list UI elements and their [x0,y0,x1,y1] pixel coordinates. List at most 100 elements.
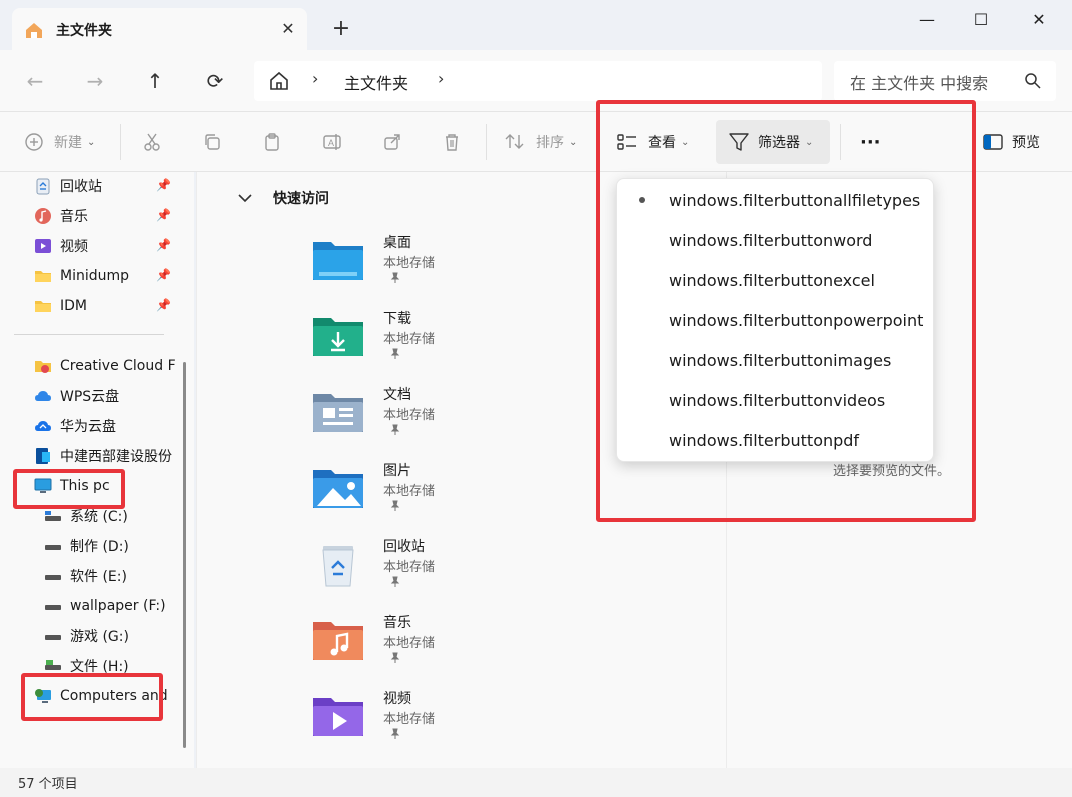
item-name: 桌面 [383,235,411,251]
sidebar-item-label: 回收站 [60,179,102,195]
drive-icon [45,545,61,550]
quick-access-item-pictures[interactable]: 图片 本地存储 [311,460,611,524]
plus-circle-icon [25,133,43,151]
recycle-bin-icon [36,178,50,195]
sidebar-item-label: 中建西部建设股份 [60,449,172,465]
tab-close-button[interactable]: ✕ [276,17,300,41]
rename-icon: A [323,134,341,150]
item-location: 本地存储 [383,332,436,347]
item-location: 本地存储 [383,484,436,499]
sidebar-item-music[interactable]: 音乐 [34,204,88,228]
quick-access-header[interactable]: 快速访问 [237,188,329,208]
toolbar-divider [486,124,487,160]
pin-icon [390,424,400,435]
sidebar-item-videos[interactable]: 视频 [34,234,88,258]
new-tab-button[interactable]: + [330,18,352,40]
pin-icon [390,576,400,587]
sidebar-item-drive-e[interactable]: 软件 (E:) [44,564,127,588]
cut-button[interactable] [142,130,162,154]
new-button[interactable]: 新建 ⌄ [24,130,95,154]
address-bar[interactable]: › 主文件夹 › [254,61,822,101]
sort-button[interactable]: 排序 ⌄ [504,130,577,154]
item-name: 回收站 [383,539,425,555]
item-location: 本地存储 [383,408,436,423]
sidebar-divider [14,334,164,335]
quick-access-item-documents[interactable]: 文档 本地存储 [311,384,611,448]
video-icon [35,239,51,253]
sidebar-item-idm[interactable]: IDM [34,294,87,318]
quick-access-item-recycle-bin[interactable]: 回收站 本地存储 [311,536,611,600]
item-location: 本地存储 [383,560,436,575]
sidebar-item-label: Creative Cloud F [60,358,176,374]
sharepoint-icon [36,448,50,464]
item-name: 视频 [383,691,411,707]
search-input[interactable]: 在 主文件夹 中搜索 [850,70,988,94]
item-location: 本地存储 [383,712,436,727]
home-icon[interactable] [268,71,290,91]
item-name: 图片 [383,463,411,479]
sidebar-item-label: 华为云盘 [60,419,116,435]
search-icon [1025,73,1041,89]
share-icon [384,134,400,150]
quick-access-item-music[interactable]: 音乐 本地存储 [311,612,611,676]
quick-access-item-desktop[interactable]: 桌面 本地存储 [311,232,611,296]
sidebar-scrollbar[interactable] [183,362,186,748]
sidebar-item-label: 视频 [60,239,88,255]
up-button[interactable]: ↑ [140,66,170,96]
sidebar-item-drive-f[interactable]: wallpaper (F:) [44,594,166,618]
quick-access-item-videos[interactable]: 视频 本地存储 [311,688,611,752]
tab-title: 主文件夹 [56,23,112,39]
maximize-button[interactable]: ☐ [958,6,1004,34]
drive-icon [45,575,61,580]
toolbar-divider [120,124,121,160]
recycle-bin-icon [322,546,354,587]
search-box[interactable]: 在 主文件夹 中搜索 [834,61,1056,101]
forward-button[interactable]: → [80,66,110,96]
chevron-right-icon[interactable]: › [312,69,318,88]
sort-button-label: 排序 [536,135,564,151]
back-button[interactable]: ← [20,66,50,96]
pin-icon [390,728,400,739]
folder-icon [35,301,51,312]
sidebar-item-huawei-cloud[interactable]: 华为云盘 [34,414,116,438]
sidebar-item-sharepoint[interactable]: 中建西部建设股份 [34,444,172,468]
highlight-box-this-pc [13,469,125,509]
sidebar-item-label: wallpaper (F:) [70,598,166,614]
drive-icon [45,605,61,610]
sidebar-item-drive-g[interactable]: 游戏 (G:) [44,624,129,648]
preview-pane-button[interactable]: 预览 [982,130,1040,154]
sidebar-item-label: WPS云盘 [60,389,120,405]
minimize-button[interactable]: — [904,6,950,34]
chevron-down-icon: ⌄ [569,136,578,148]
pin-icon: 📌 [156,208,171,222]
pin-icon: 📌 [156,268,171,282]
music-folder-icon [313,622,363,660]
breadcrumb-home[interactable]: 主文件夹 [344,70,408,94]
paste-button[interactable] [262,130,282,154]
quick-access-item-downloads[interactable]: 下载 本地存储 [311,308,611,372]
cloud-icon [35,421,51,431]
delete-button[interactable] [442,130,462,154]
sidebar-item-minidump[interactable]: Minidump [34,264,129,288]
sidebar-item-label: Minidump [60,268,130,284]
sort-icon [505,134,524,149]
refresh-button[interactable]: ⟳ [200,66,230,96]
music-icon [35,208,51,224]
trash-icon [446,134,458,151]
copy-button[interactable] [202,130,222,154]
sidebar-item-creative-cloud[interactable]: Creative Cloud F [34,354,176,378]
pin-icon: 📌 [156,298,171,312]
tab-home[interactable]: 主文件夹 ✕ [12,8,307,50]
sidebar-item-drive-d[interactable]: 制作 (D:) [44,534,129,558]
share-button[interactable] [382,130,402,154]
close-window-button[interactable]: ✕ [1016,6,1062,34]
chevron-right-icon[interactable]: › [438,69,444,88]
highlight-box-filter [596,100,976,522]
rename-button[interactable]: A [322,130,344,154]
pin-icon: 📌 [156,238,171,252]
sidebar-item-wps-cloud[interactable]: WPS云盘 [34,384,119,408]
videos-folder-icon [313,698,363,736]
sidebar-item-recycle-bin[interactable]: 回收站 [34,174,102,198]
chevron-down-icon: ⌄ [87,136,96,148]
title-bar: 主文件夹 ✕ + — ☐ ✕ [0,0,1072,50]
